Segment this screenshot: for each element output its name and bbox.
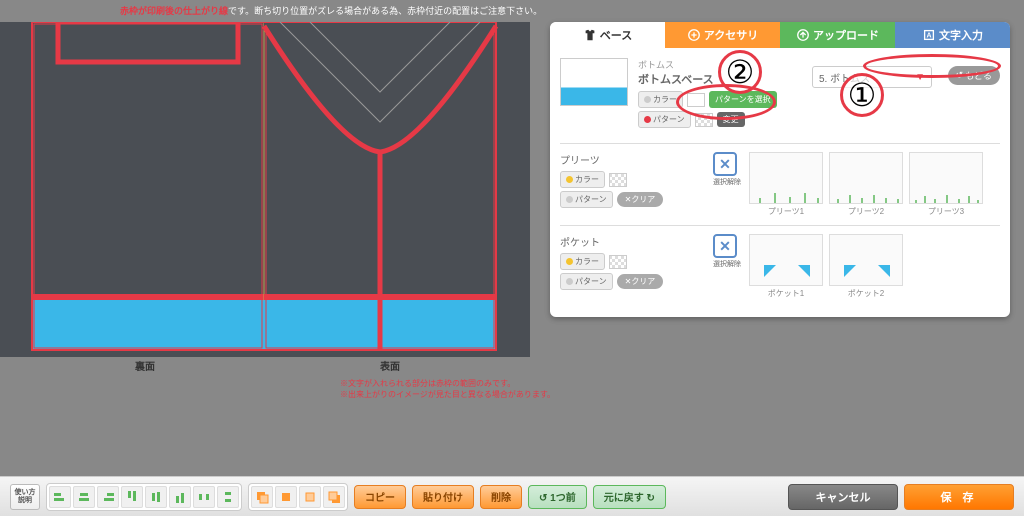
- design-canvas[interactable]: [0, 22, 530, 357]
- layer-backward-icon[interactable]: [299, 486, 321, 508]
- warning-bar: 赤枠が印刷後の仕上がり線です。断ち切り位置がズレる場合がある為、赤枠付近の配置は…: [110, 0, 1024, 22]
- align-right-icon[interactable]: [97, 486, 119, 508]
- header-row: ボトムス ボトムスベース カラー パターンを選択 パターン 変更 5. ボトムス…: [560, 58, 1000, 131]
- cancel-button[interactable]: キャンセル: [788, 484, 898, 510]
- align-left-icon[interactable]: [49, 486, 71, 508]
- pleats-option-1[interactable]: プリーツ1: [749, 152, 823, 217]
- color-swatch[interactable]: [687, 93, 705, 107]
- pleats-clear-btn[interactable]: ✕クリア: [617, 192, 664, 207]
- align-bottom-icon[interactable]: [169, 486, 191, 508]
- pleats-pattern-btn[interactable]: パターン: [560, 191, 613, 208]
- front-label: 表面: [380, 358, 400, 373]
- color-btn[interactable]: カラー: [638, 91, 683, 108]
- chevron-down-icon: ▼: [915, 72, 925, 83]
- canvas-notes: ※文字が入れられる部分は赤枠の範囲のみです。 ※出来上がりのイメージが見た目と異…: [340, 378, 555, 400]
- back-button[interactable]: ↺ もどる: [948, 66, 1000, 85]
- tab-text[interactable]: A 文字入力: [895, 22, 1010, 48]
- pleats-deselect-btn[interactable]: ✕: [713, 152, 737, 176]
- layer-front-icon[interactable]: [251, 486, 273, 508]
- warning-rest: です。断ち切り位置がズレる場合がある為、赤枠付近の配置はご注意下さい。: [228, 6, 542, 16]
- pocket-pattern-btn[interactable]: パターン: [560, 273, 613, 290]
- align-center-h-icon[interactable]: [73, 486, 95, 508]
- pleats-title: プリーツ: [560, 152, 705, 167]
- align-tools: [46, 483, 242, 511]
- side-panel: ベース アクセサリ アップロード A 文字入力 ボトムス ボトムスベース カラー…: [550, 22, 1010, 317]
- paste-button[interactable]: 貼り付け: [412, 485, 474, 509]
- tab-accessory[interactable]: アクセサリ: [665, 22, 780, 48]
- pleats-option-3[interactable]: プリーツ3: [909, 152, 983, 217]
- pleats-color-swatch[interactable]: [609, 173, 627, 187]
- pocket-color-swatch[interactable]: [609, 255, 627, 269]
- help-button[interactable]: 使い方 説明: [10, 484, 40, 510]
- plus-icon: [687, 28, 701, 42]
- pocket-deselect-btn[interactable]: ✕: [713, 234, 737, 258]
- align-top-icon[interactable]: [121, 486, 143, 508]
- warning-red: 赤枠が印刷後の仕上がり線: [120, 6, 228, 16]
- distribute-v-icon[interactable]: [217, 486, 239, 508]
- canvas-labels: 裏面 表面: [0, 358, 530, 378]
- pleats-section: プリーツ カラー パターン ✕クリア ✕ 選択解除 プリーツ1: [560, 143, 1000, 225]
- select-pattern-btn[interactable]: パターンを選択: [709, 91, 777, 108]
- pleats-option-2[interactable]: プリーツ2: [829, 152, 903, 217]
- distribute-h-icon[interactable]: [193, 486, 215, 508]
- bottom-toolbar: 使い方 説明 コピー 貼り付け 削除 ↺ 1つ前 元に戻す ↻ キャンセル 保 …: [0, 476, 1024, 516]
- tabs: ベース アクセサリ アップロード A 文字入力: [550, 22, 1010, 48]
- tab-upload[interactable]: アップロード: [780, 22, 895, 48]
- pocket-title: ポケット: [560, 234, 705, 249]
- change-btn[interactable]: 変更: [717, 112, 745, 127]
- text-icon: A: [922, 28, 936, 42]
- delete-button[interactable]: 削除: [480, 485, 522, 509]
- base-thumbnail[interactable]: [560, 58, 628, 106]
- pattern-btn[interactable]: パターン: [638, 111, 691, 128]
- svg-text:A: A: [926, 33, 931, 40]
- shirt-icon: [583, 28, 597, 42]
- align-middle-icon[interactable]: [145, 486, 167, 508]
- layer-forward-icon[interactable]: [275, 486, 297, 508]
- pattern-swatch[interactable]: [695, 113, 713, 127]
- pocket-section: ポケット カラー パターン ✕クリア ✕ 選択解除 ポケット1: [560, 225, 1000, 307]
- layer-tools: [248, 483, 348, 511]
- tab-base[interactable]: ベース: [550, 22, 665, 48]
- pocket-color-btn[interactable]: カラー: [560, 253, 605, 270]
- back-label: 裏面: [135, 358, 155, 373]
- part-dropdown[interactable]: 5. ボトムス ▼: [812, 66, 932, 88]
- save-button[interactable]: 保 存: [904, 484, 1014, 510]
- pocket-option-2[interactable]: ポケット2: [829, 234, 903, 299]
- copy-button[interactable]: コピー: [354, 485, 406, 509]
- upload-icon: [796, 28, 810, 42]
- pocket-option-1[interactable]: ポケット1: [749, 234, 823, 299]
- pocket-clear-btn[interactable]: ✕クリア: [617, 274, 664, 289]
- pleats-color-btn[interactable]: カラー: [560, 171, 605, 188]
- reset-button[interactable]: 元に戻す ↻: [593, 485, 666, 509]
- undo-button[interactable]: ↺ 1つ前: [528, 485, 587, 509]
- layer-back-icon[interactable]: [323, 486, 345, 508]
